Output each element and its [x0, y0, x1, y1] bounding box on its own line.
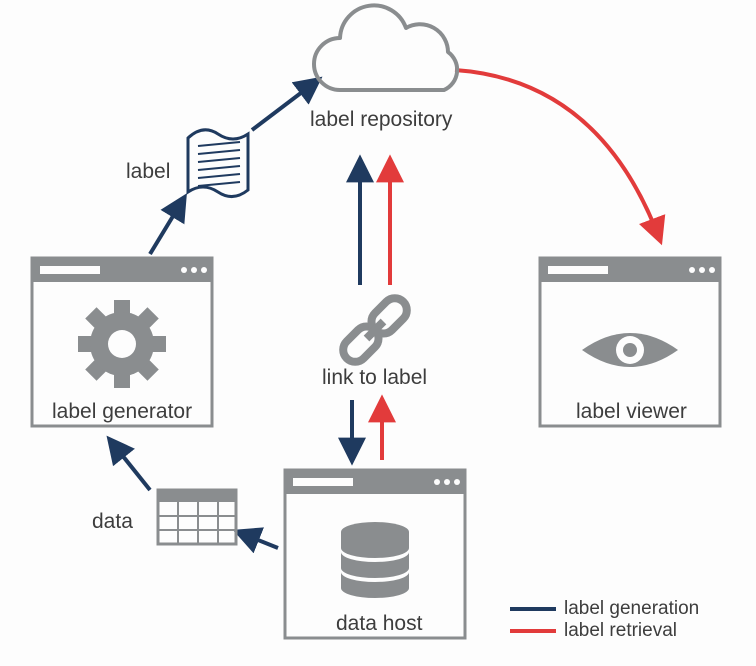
legend-retrieval-text: label retrieval: [564, 620, 677, 641]
data-text: data: [92, 510, 133, 534]
label-generator-text: label generator: [52, 400, 192, 424]
legend-swatch-blue: [510, 607, 556, 611]
link-to-label-text: link to label: [322, 366, 427, 390]
arrow-generator-to-label: [150, 198, 184, 254]
diagram-svg: [0, 0, 756, 666]
legend: label generation label retrieval: [510, 598, 699, 642]
label-label-text: label: [126, 160, 170, 184]
label-viewer-text: label viewer: [576, 400, 687, 424]
data-host-text: data host: [336, 612, 422, 636]
eye-icon: [582, 333, 678, 367]
legend-swatch-red: [510, 629, 556, 633]
document-icon: [188, 130, 248, 197]
cloud-icon: [314, 5, 457, 90]
label-repository-text: label repository: [310, 108, 452, 132]
legend-generation-text: label generation: [564, 598, 699, 619]
arrow-repository-to-viewer: [455, 70, 660, 240]
link-icon: [338, 293, 412, 367]
legend-row-retrieval: label retrieval: [510, 620, 699, 642]
gear-icon: [60, 282, 184, 406]
table-icon: [158, 490, 236, 544]
arrow-label-to-repository: [252, 80, 318, 130]
database-icon: [341, 522, 409, 598]
legend-row-generation: label generation: [510, 598, 699, 620]
arrow-datahost-to-data: [238, 532, 278, 548]
arrow-data-to-generator: [110, 440, 150, 490]
